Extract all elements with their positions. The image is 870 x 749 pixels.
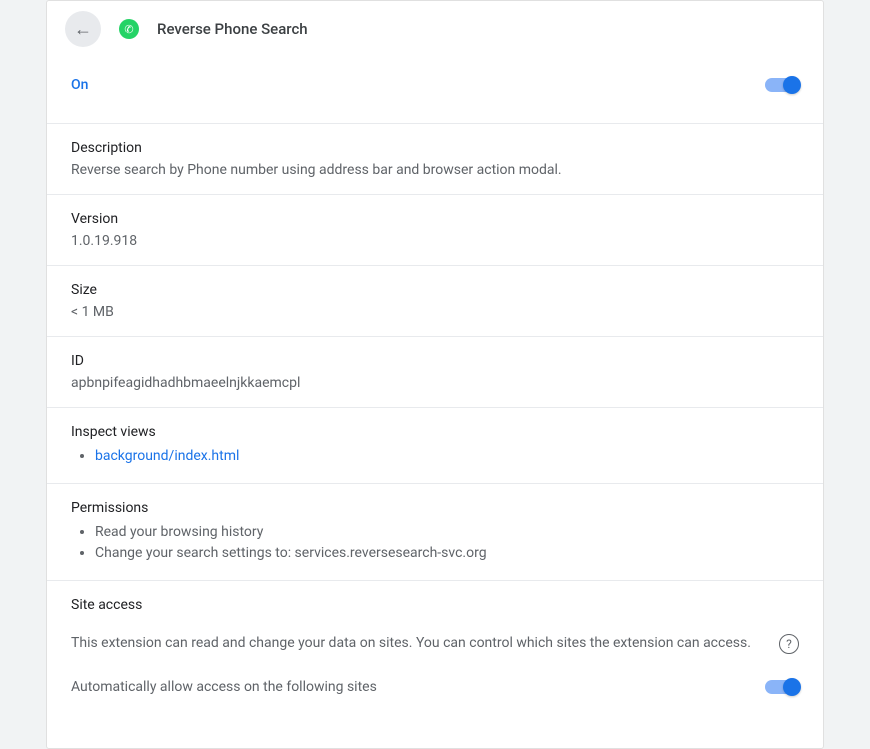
auto-allow-toggle[interactable]: [765, 680, 799, 694]
size-label: Size: [71, 282, 799, 298]
phone-icon: ✆: [124, 23, 133, 36]
list-item: background/index.html: [95, 446, 799, 467]
header: ← ✆ Reverse Phone Search: [47, 1, 823, 57]
permissions-label: Permissions: [71, 500, 799, 516]
extension-title: Reverse Phone Search: [157, 20, 308, 38]
help-icon[interactable]: ?: [779, 634, 799, 654]
description-value: Reverse search by Phone number using add…: [71, 162, 799, 178]
extension-icon: ✆: [117, 17, 141, 41]
enable-row: On: [47, 57, 823, 123]
site-access-section: Site access This extension can read and …: [47, 580, 823, 707]
id-label: ID: [71, 353, 799, 369]
size-section: Size < 1 MB: [47, 265, 823, 336]
toggle-knob: [783, 76, 801, 94]
version-label: Version: [71, 211, 799, 227]
size-value: < 1 MB: [71, 304, 799, 320]
enable-state-label: On: [71, 77, 88, 93]
list-item: Read your browsing history: [95, 522, 799, 543]
enable-toggle[interactable]: [765, 78, 799, 92]
id-section: ID apbnpifeagidhadhbmaeelnjkkaemcpl: [47, 336, 823, 407]
description-section: Description Reverse search by Phone numb…: [47, 123, 823, 194]
arrow-left-icon: ←: [74, 19, 92, 40]
toggle-knob: [783, 678, 801, 696]
description-label: Description: [71, 140, 799, 156]
version-section: Version 1.0.19.918: [47, 194, 823, 265]
site-access-label: Site access: [71, 597, 799, 613]
inspect-views-section: Inspect views background/index.html: [47, 407, 823, 483]
list-item: Change your search settings to: services…: [95, 543, 799, 564]
back-button[interactable]: ←: [65, 11, 101, 47]
version-value: 1.0.19.918: [71, 233, 799, 249]
inspect-view-link[interactable]: background/index.html: [95, 448, 239, 464]
id-value: apbnpifeagidhadhbmaeelnjkkaemcpl: [71, 375, 799, 391]
inspect-views-label: Inspect views: [71, 424, 799, 440]
site-access-description: This extension can read and change your …: [71, 633, 763, 654]
auto-allow-label: Automatically allow access on the follow…: [71, 679, 377, 695]
permissions-section: Permissions Read your browsing history C…: [47, 483, 823, 580]
